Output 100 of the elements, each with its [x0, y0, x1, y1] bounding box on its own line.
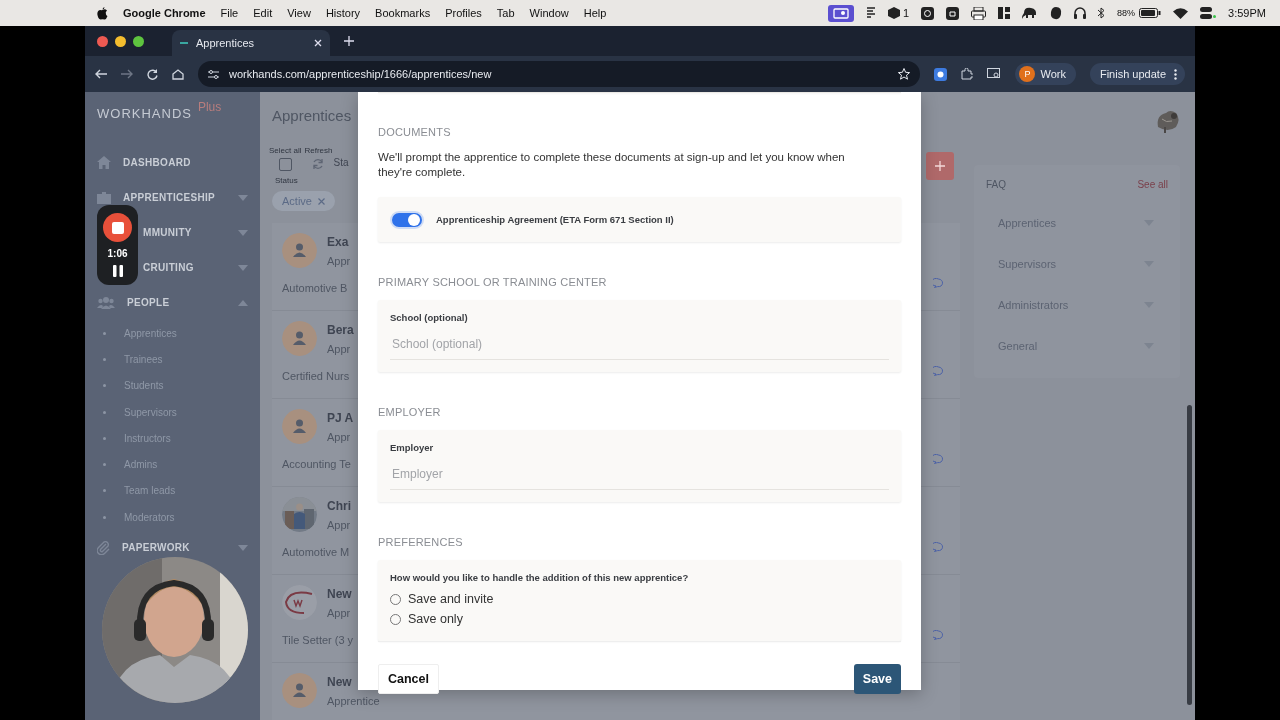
- option-label: Save only: [408, 612, 463, 626]
- document-label: Apprenticeship Agreement (ETA Form 671 Section II): [436, 214, 674, 225]
- browser-tab[interactable]: Apprentices: [172, 30, 330, 56]
- input-field[interactable]: Employer: [390, 459, 889, 490]
- more-icon[interactable]: [1174, 68, 1177, 80]
- text-field[interactable]: Employer Employer: [378, 430, 901, 502]
- app-icon[interactable]: [946, 6, 960, 20]
- sidebar-item[interactable]: APPRENTICESHIP: [123, 192, 226, 203]
- apprentice-name: New: [327, 674, 352, 689]
- battery-percent: 88%: [1117, 8, 1136, 18]
- sidebar-item[interactable]: PAPERWORK: [122, 542, 226, 554]
- home-icon: [97, 156, 111, 169]
- back-icon[interactable]: [95, 69, 107, 79]
- app-icon[interactable]: [921, 6, 935, 20]
- clock: 3:59PM: [1228, 7, 1266, 19]
- option-label: Save and invite: [408, 592, 494, 606]
- menu-item[interactable]: File: [220, 7, 239, 19]
- new-tab-icon[interactable]: [344, 36, 354, 46]
- apprentice-name: Exa: [327, 234, 349, 249]
- headphones-icon[interactable]: [1074, 7, 1087, 19]
- sidebar-item[interactable]: MMUNITY: [143, 227, 226, 238]
- printer-icon[interactable]: [971, 6, 987, 20]
- apprentice-occupation: Certified Nurs: [282, 370, 350, 382]
- notification-count: 1: [902, 7, 910, 19]
- sidebar-item[interactable]: PEOPLE: [127, 297, 226, 308]
- app-menu[interactable]: Google Chrome: [123, 7, 206, 19]
- menu-item[interactable]: Profiles: [445, 7, 482, 19]
- question-text: How would you like to handle the addition of this new apprentice?: [390, 572, 690, 583]
- toggle-switch[interactable]: [390, 210, 424, 229]
- apprentice-occupation: Automotive B: [282, 282, 348, 294]
- select-all-label: Select all: [269, 146, 302, 155]
- box-icon[interactable]: [887, 7, 900, 19]
- add-button[interactable]: [926, 152, 954, 180]
- wifi-icon[interactable]: [1173, 7, 1189, 19]
- apprentice-name: Chri: [327, 498, 351, 513]
- text-field[interactable]: School (optional) School (optional): [378, 300, 901, 372]
- section-description: We'll prompt the apprentice to complete these documents at sign-up and let you know when they're complete.: [378, 150, 846, 180]
- battery-icon[interactable]: [1139, 8, 1162, 18]
- menu-item[interactable]: Help: [583, 7, 607, 19]
- apprentice-name: New: [327, 586, 352, 601]
- apprentice-occupation: Automotive M: [282, 546, 350, 558]
- minimize-window-button[interactable]: [115, 35, 126, 47]
- reload-icon[interactable]: [147, 68, 158, 80]
- apprentice-name: Bera: [327, 322, 354, 337]
- menu-item[interactable]: Edit: [253, 7, 273, 19]
- input-field[interactable]: School (optional): [390, 329, 889, 360]
- pause-icon[interactable]: [112, 265, 123, 277]
- forward-icon[interactable]: [121, 69, 133, 79]
- close-window-button[interactable]: [97, 35, 108, 47]
- site-settings-icon[interactable]: [208, 69, 219, 79]
- zoom-window-button[interactable]: [133, 35, 144, 47]
- user-avatar-icon: [282, 673, 317, 708]
- menu-item[interactable]: Window: [529, 7, 569, 19]
- status-label: Status: [275, 176, 298, 185]
- screen-share-icon[interactable]: [827, 4, 854, 22]
- extension-icon[interactable]: [934, 67, 948, 81]
- plus-icon: [935, 161, 945, 171]
- bluetooth-icon[interactable]: [1098, 7, 1106, 19]
- see-all-link[interactable]: See all: [1137, 179, 1168, 190]
- control-center-icon[interactable]: [1200, 7, 1217, 19]
- apprentice-role: Appr: [327, 518, 351, 531]
- field-label: Employer: [390, 442, 435, 453]
- cancel-button[interactable]: Cancel: [378, 664, 439, 694]
- sidebar-item[interactable]: DASHBOARD: [123, 157, 248, 168]
- menu-item[interactable]: View: [287, 7, 311, 19]
- select-all-checkbox[interactable]: [278, 158, 292, 171]
- recording-time: 1:06: [107, 248, 128, 259]
- save-button[interactable]: Save: [853, 664, 901, 694]
- stop-button[interactable]: [103, 213, 132, 242]
- section-heading: DOCUMENTS: [378, 126, 452, 138]
- paperclip-icon: [97, 540, 110, 555]
- apprentice-role: Appr: [327, 254, 351, 267]
- people-icon: [97, 296, 115, 309]
- layout-icon[interactable]: [998, 7, 1011, 19]
- sidebar-item[interactable]: CRUITING: [143, 262, 226, 273]
- star-icon[interactable]: [898, 68, 911, 80]
- user-avatar-icon: [282, 321, 317, 356]
- brand-suffix-label: Plus: [197, 100, 222, 114]
- brand-name: WORKHANDS: [97, 106, 192, 121]
- section-heading: PRIMARY SCHOOL OR TRAINING CENTER: [378, 276, 608, 288]
- menu-item[interactable]: Tab: [496, 7, 515, 19]
- menu-item[interactable]: Bookmarks: [375, 7, 431, 19]
- apprentice-role: Appr: [327, 430, 351, 443]
- filter-chip[interactable]: Active: [272, 191, 335, 211]
- puzzle-icon[interactable]: [961, 68, 974, 80]
- home-icon[interactable]: [172, 68, 184, 80]
- address-bar[interactable]: workhands.com/apprenticeship/1666/apprentices/new: [198, 61, 921, 87]
- scrollbar[interactable]: [1187, 405, 1192, 705]
- user-avatar-icon: [282, 409, 317, 444]
- refresh-label: Refresh: [304, 146, 333, 155]
- screen-search-icon[interactable]: [987, 68, 1002, 80]
- section-heading: PREFERENCES: [378, 536, 464, 548]
- status-dropdown[interactable]: Sta: [333, 157, 349, 168]
- update-button[interactable]: Finish update: [1089, 63, 1185, 85]
- profile-button[interactable]: P Work: [1015, 63, 1076, 85]
- briefcase-icon: [97, 191, 111, 204]
- field-label: School (optional): [390, 312, 469, 323]
- user-avatar-icon: [282, 233, 317, 268]
- menu-item[interactable]: History: [325, 7, 361, 19]
- apple-icon[interactable]: [97, 6, 108, 20]
